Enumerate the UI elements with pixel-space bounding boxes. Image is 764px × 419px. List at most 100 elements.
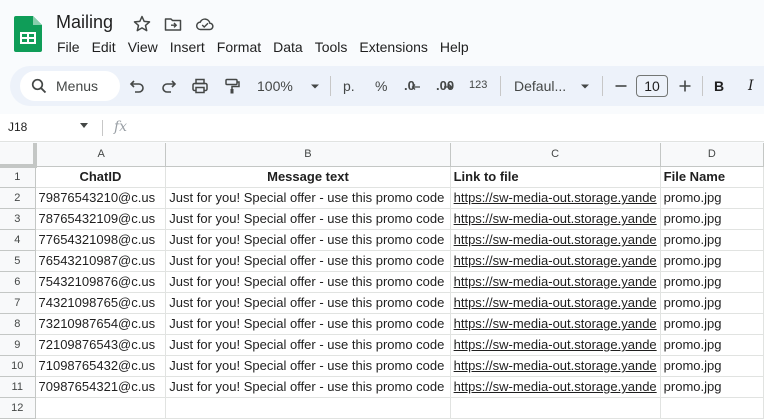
message-cell[interactable]: Just for you! Special offer - use this p…: [165, 334, 451, 356]
filename-cell[interactable]: promo.jpg: [660, 250, 764, 272]
message-cell[interactable]: Just for you! Special offer - use this p…: [165, 292, 451, 314]
empty-cell[interactable]: [165, 397, 451, 419]
column-header-d[interactable]: D: [660, 143, 764, 167]
search-menus-button[interactable]: Menus: [20, 71, 120, 101]
link-cell[interactable]: https://sw-media-out.storage.yande: [450, 313, 661, 335]
row-header[interactable]: 1: [0, 166, 36, 188]
link-cell[interactable]: https://sw-media-out.storage.yande: [450, 208, 661, 230]
font-family-select[interactable]: Defaul...: [514, 78, 566, 94]
chatid-cell[interactable]: 72109876543@c.us: [35, 334, 167, 356]
percent-format-button[interactable]: %: [375, 78, 387, 94]
message-cell[interactable]: Just for you! Special offer - use this p…: [165, 187, 451, 209]
chatid-cell[interactable]: 77654321098@c.us: [35, 229, 167, 251]
title-bar: Mailing File Edit View Insert Format Dat…: [0, 0, 764, 64]
row-header[interactable]: 12: [0, 397, 36, 419]
more-formats-button[interactable]: 123: [469, 79, 487, 91]
link-cell[interactable]: https://sw-media-out.storage.yande: [450, 271, 661, 293]
filename-cell[interactable]: promo.jpg: [660, 355, 764, 377]
filename-cell[interactable]: promo.jpg: [660, 187, 764, 209]
filename-cell[interactable]: promo.jpg: [660, 271, 764, 293]
currency-format-button[interactable]: p.: [343, 78, 355, 94]
filename-cell[interactable]: promo.jpg: [660, 334, 764, 356]
font-size-input[interactable]: 10: [636, 75, 668, 97]
column-header-b[interactable]: B: [165, 143, 451, 167]
italic-button[interactable]: I: [748, 78, 754, 94]
header-cell-chatid[interactable]: ChatID: [35, 166, 167, 188]
filename-cell[interactable]: promo.jpg: [660, 313, 764, 335]
bold-button[interactable]: B: [714, 78, 724, 94]
column-header-c[interactable]: C: [450, 143, 661, 167]
link-cell[interactable]: https://sw-media-out.storage.yande: [450, 292, 661, 314]
filename-cell[interactable]: promo.jpg: [660, 208, 764, 230]
filename-cell[interactable]: promo.jpg: [660, 292, 764, 314]
menu-insert[interactable]: Insert: [164, 38, 211, 56]
column-header-a[interactable]: A: [35, 143, 167, 167]
chatid-cell[interactable]: 74321098765@c.us: [35, 292, 167, 314]
name-box-dropdown-icon[interactable]: [80, 123, 88, 128]
cloud-saved-icon[interactable]: [195, 14, 215, 34]
chatid-cell[interactable]: 78765432109@c.us: [35, 208, 167, 230]
filename-cell[interactable]: promo.jpg: [660, 229, 764, 251]
redo-icon[interactable]: [160, 77, 178, 95]
link-cell[interactable]: https://sw-media-out.storage.yande: [450, 229, 661, 251]
chatid-cell[interactable]: 79876543210@c.us: [35, 187, 167, 209]
zoom-dropdown-icon[interactable]: [306, 77, 324, 95]
row-header[interactable]: 9: [0, 334, 36, 356]
row-header[interactable]: 6: [0, 271, 36, 293]
message-cell[interactable]: Just for you! Special offer - use this p…: [165, 250, 451, 272]
menu-extensions[interactable]: Extensions: [353, 38, 433, 56]
header-cell-link-to-file[interactable]: Link to file: [450, 166, 661, 188]
message-cell[interactable]: Just for you! Special offer - use this p…: [165, 313, 451, 335]
header-cell-message-text[interactable]: Message text: [165, 166, 451, 188]
message-cell[interactable]: Just for you! Special offer - use this p…: [165, 271, 451, 293]
chatid-cell[interactable]: 76543210987@c.us: [35, 250, 167, 272]
row-header[interactable]: 4: [0, 229, 36, 251]
header-cell-file-name[interactable]: File Name: [660, 166, 764, 188]
chatid-cell[interactable]: 70987654321@c.us: [35, 376, 167, 398]
document-title[interactable]: Mailing: [56, 12, 113, 33]
empty-cell[interactable]: [35, 397, 167, 419]
chatid-cell[interactable]: 71098765432@c.us: [35, 355, 167, 377]
message-cell[interactable]: Just for you! Special offer - use this p…: [165, 355, 451, 377]
decrease-font-size-icon[interactable]: [612, 77, 630, 95]
paint-format-icon[interactable]: [223, 77, 241, 95]
menu-edit[interactable]: Edit: [86, 38, 122, 56]
menu-data[interactable]: Data: [267, 38, 309, 56]
row-header[interactable]: 5: [0, 250, 36, 272]
row-header[interactable]: 8: [0, 313, 36, 335]
print-icon[interactable]: [191, 77, 209, 95]
message-cell[interactable]: Just for you! Special offer - use this p…: [165, 229, 451, 251]
row-header[interactable]: 7: [0, 292, 36, 314]
chatid-cell[interactable]: 73210987654@c.us: [35, 313, 167, 335]
link-cell[interactable]: https://sw-media-out.storage.yande: [450, 376, 661, 398]
undo-icon[interactable]: [128, 77, 146, 95]
link-cell[interactable]: https://sw-media-out.storage.yande: [450, 187, 661, 209]
row-header[interactable]: 2: [0, 187, 36, 209]
name-box[interactable]: J18: [8, 120, 27, 134]
message-cell[interactable]: Just for you! Special offer - use this p…: [165, 208, 451, 230]
link-cell[interactable]: https://sw-media-out.storage.yande: [450, 334, 661, 356]
star-icon[interactable]: [132, 14, 152, 34]
link-cell[interactable]: https://sw-media-out.storage.yande: [450, 355, 661, 377]
increase-font-size-icon[interactable]: [676, 77, 694, 95]
menu-file[interactable]: File: [56, 38, 86, 56]
menu-tools[interactable]: Tools: [309, 38, 354, 56]
empty-cell[interactable]: [660, 397, 764, 419]
font-dropdown-icon[interactable]: [576, 77, 594, 95]
formula-input[interactable]: [140, 120, 740, 136]
message-cell[interactable]: Just for you! Special offer - use this p…: [165, 376, 451, 398]
empty-cell[interactable]: [450, 397, 661, 419]
menu-help[interactable]: Help: [434, 38, 475, 56]
menu-format[interactable]: Format: [211, 38, 267, 56]
move-folder-icon[interactable]: [163, 14, 183, 34]
row-header[interactable]: 3: [0, 208, 36, 230]
zoom-select[interactable]: 100%: [257, 78, 293, 94]
link-cell[interactable]: https://sw-media-out.storage.yande: [450, 250, 661, 272]
sheets-logo-icon[interactable]: [14, 16, 42, 52]
row-header[interactable]: 11: [0, 376, 36, 398]
filename-cell[interactable]: promo.jpg: [660, 376, 764, 398]
menu-view[interactable]: View: [122, 38, 164, 56]
chatid-cell[interactable]: 75432109876@c.us: [35, 271, 167, 293]
select-all-corner[interactable]: [0, 143, 38, 168]
row-header[interactable]: 10: [0, 355, 36, 377]
